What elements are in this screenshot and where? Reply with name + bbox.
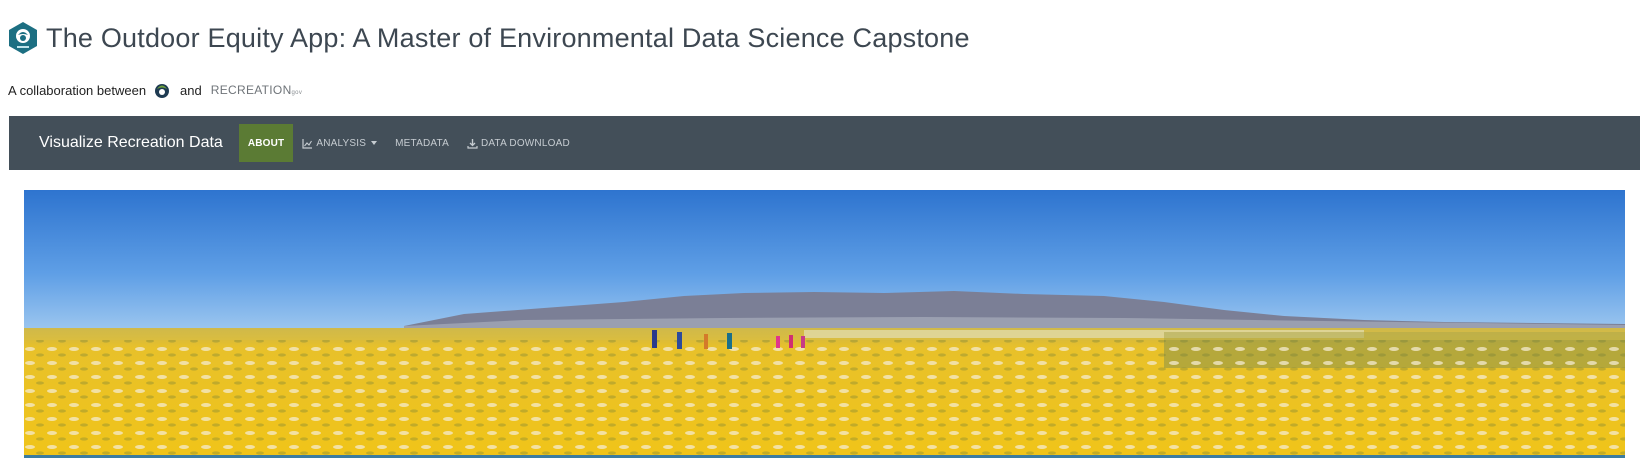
tab-about[interactable]: ABOUT xyxy=(238,124,294,162)
tab-data-download[interactable]: DATA DOWNLOAD xyxy=(458,124,579,162)
title-bar: The Outdoor Equity App: A Master of Envi… xyxy=(8,18,970,58)
meds-hex-logo-icon xyxy=(9,22,37,54)
tab-about-label: ABOUT xyxy=(247,137,285,149)
chart-icon xyxy=(302,138,313,149)
tab-analysis[interactable]: ANALYSIS xyxy=(293,124,386,162)
tab-metadata[interactable]: METADATA xyxy=(386,124,458,162)
banner-bottom-rule xyxy=(24,455,1625,458)
collaboration-line: A collaboration between and RECREATIONgo… xyxy=(8,78,302,102)
collab-prefix: A collaboration between xyxy=(8,82,147,98)
chevron-down-icon xyxy=(371,141,378,145)
tab-analysis-label: ANALYSIS xyxy=(316,137,367,149)
collab-and: and xyxy=(180,82,202,98)
gov-suffix: gov xyxy=(291,90,303,96)
meds-leaf-logo-icon xyxy=(155,84,170,98)
wildflower-panorama-image xyxy=(24,190,1625,457)
main-navbar: Visualize Recreation Data ABOUT ANALYSIS… xyxy=(9,116,1640,170)
banner-image xyxy=(24,190,1625,457)
navbar-brand[interactable]: Visualize Recreation Data xyxy=(39,134,223,152)
download-icon xyxy=(467,138,478,149)
tab-metadata-label: METADATA xyxy=(395,137,449,149)
recreation-gov-logo[interactable]: RECREATIONgov xyxy=(211,83,302,97)
tab-data-download-label: DATA DOWNLOAD xyxy=(480,137,570,149)
recreation-logo-text: RECREATION xyxy=(210,83,292,97)
page-title: The Outdoor Equity App: A Master of Envi… xyxy=(46,22,970,53)
